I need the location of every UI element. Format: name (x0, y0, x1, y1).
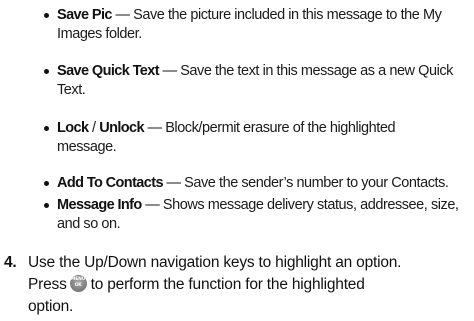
step-line-2: Press MENU OK to perform the function for t… (28, 274, 468, 296)
option-description: Block/permit erasure of the highlighted (165, 120, 396, 136)
option-description: Save the sender’s number to your Contact… (184, 175, 449, 191)
option-description: Save the text in this message as a new Q… (180, 63, 453, 79)
step-text-function: to perform the function for the highligh… (90, 276, 365, 293)
bullet-dot (44, 181, 49, 186)
option-term-unlock: Unlock (99, 120, 144, 136)
separator: — (115, 7, 130, 23)
separator: — (162, 63, 178, 79)
option-description-cont: message. (57, 139, 117, 155)
menu-ok-icon-bottom-label: OK (74, 283, 82, 288)
option-term-lock: Lock (57, 120, 89, 136)
list-item: Save Pic — Save the picture included in … (44, 6, 474, 44)
step-text-press: Press (28, 276, 67, 293)
term-slash: / (88, 120, 100, 136)
list-item: Message Info — Shows message delivery st… (44, 196, 474, 234)
bullet-dot (44, 126, 49, 131)
list-item: Save Quick Text — Save the text in this … (44, 62, 474, 100)
option-description-cont: and so on. (57, 216, 121, 232)
option-term: Add To Contacts (57, 175, 164, 191)
step-line-3: option. (28, 298, 74, 315)
bullet-dot (44, 69, 49, 74)
bullet-dot (44, 203, 49, 208)
option-description: Save the picture included in this messag… (133, 7, 442, 23)
list-item: Add To Contacts — Save the sender’s numb… (44, 174, 474, 193)
separator: — (147, 120, 163, 136)
option-description-cont: Images folder. (57, 26, 142, 42)
list-item: Lock / Unlock — Block/permit erasure of … (44, 119, 474, 157)
separator: — (145, 197, 160, 213)
option-description: Shows message delivery status, addressee… (162, 197, 459, 213)
step-number: 4. (4, 254, 17, 271)
bullet-dot (44, 13, 49, 18)
step-line-1: Use the Up/Down navigation keys to highl… (28, 254, 402, 271)
step-body: Use the Up/Down navigation keys to highl… (28, 252, 468, 318)
separator: — (166, 175, 182, 191)
option-term: Save Pic (57, 7, 112, 23)
menu-ok-icon-top-label: MENU (71, 277, 86, 282)
manual-page: Save Pic — Save the picture included in … (0, 0, 474, 321)
option-description-cont: Text. (57, 82, 86, 98)
option-term: Message Info (57, 197, 142, 213)
menu-ok-key-icon: MENU OK (69, 275, 87, 292)
option-term: Save Quick Text (57, 63, 160, 79)
